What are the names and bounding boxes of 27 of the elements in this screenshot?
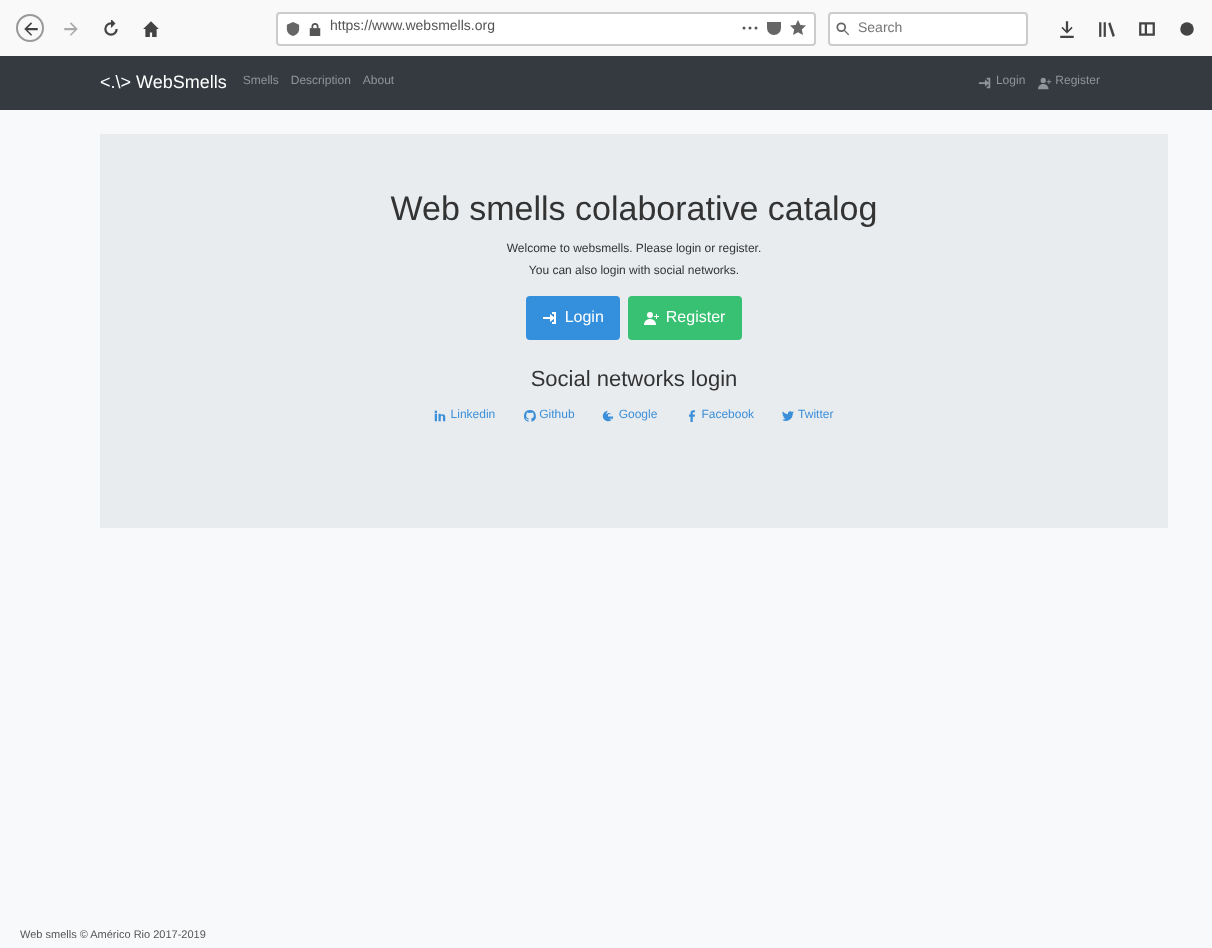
search-icon	[836, 21, 850, 35]
back-arrow-icon	[21, 19, 39, 37]
login-arrow-icon	[542, 310, 559, 327]
reload-icon	[101, 19, 119, 37]
register-button[interactable]: Register	[627, 296, 742, 341]
star-icon	[790, 20, 806, 36]
sidebar-icon	[1137, 19, 1155, 37]
home-icon	[141, 19, 159, 37]
facebook-f-icon	[685, 410, 698, 423]
linkedin-icon	[434, 410, 447, 423]
brand-logo[interactable]: <.\> WebSmells	[100, 69, 227, 97]
padlock-icon	[308, 21, 322, 35]
login-button[interactable]: Login	[526, 296, 620, 341]
pocket-icon	[766, 20, 782, 36]
google-g-icon	[602, 410, 615, 423]
library-icon	[1097, 19, 1115, 37]
back-button[interactable]	[16, 14, 44, 42]
github-icon	[523, 410, 536, 423]
section-heading: Social networks login	[528, 368, 740, 396]
user-plus-icon	[643, 310, 660, 327]
shield-icon	[286, 21, 300, 35]
login-arrow-icon	[977, 76, 992, 90]
bird-icon	[782, 410, 795, 423]
user-plus-icon	[1037, 76, 1052, 90]
page-title: Web smells colaborative catalog	[388, 190, 880, 231]
download-icon	[1057, 19, 1075, 37]
forward-arrow-icon	[61, 19, 79, 37]
